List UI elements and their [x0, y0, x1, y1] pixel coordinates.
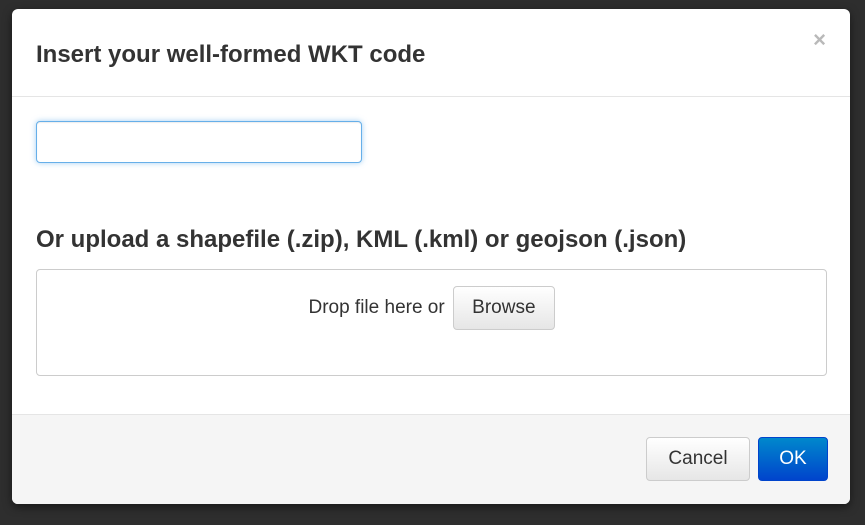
ok-button[interactable]: OK [758, 437, 828, 481]
dropzone-row: Drop file here or Browse [37, 286, 826, 330]
browse-button[interactable]: Browse [453, 286, 555, 330]
file-dropzone[interactable]: Drop file here or Browse [36, 269, 827, 376]
wkt-code-input[interactable] [36, 121, 362, 163]
dialog-footer: Cancel OK [12, 414, 850, 504]
dialog-header: Insert your well-formed WKT code × [12, 9, 850, 97]
upload-heading: Or upload a shapefile (.zip), KML (.kml)… [36, 226, 687, 253]
dialog-title: Insert your well-formed WKT code [36, 41, 426, 68]
cancel-button[interactable]: Cancel [646, 437, 750, 481]
dropzone-text: Drop file here or [308, 297, 445, 318]
close-icon[interactable]: × [813, 29, 826, 51]
wkt-dialog: Insert your well-formed WKT code × Or up… [12, 9, 850, 504]
